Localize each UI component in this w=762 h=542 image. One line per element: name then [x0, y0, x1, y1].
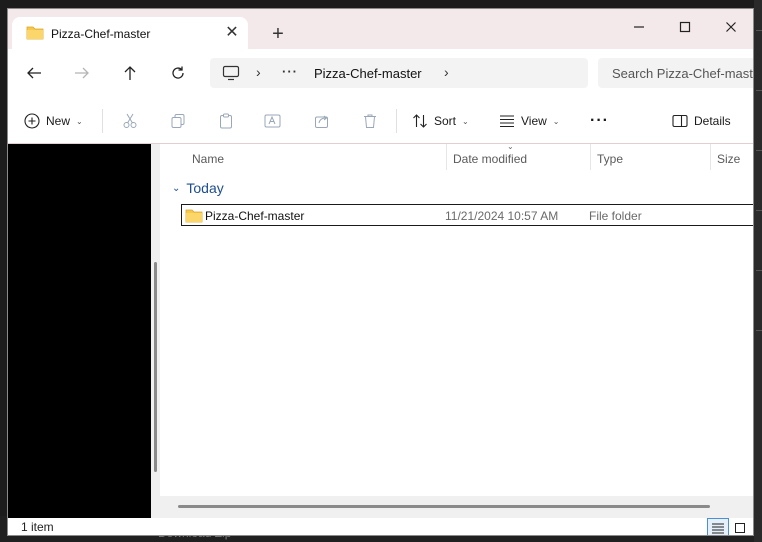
new-label: New	[46, 114, 71, 128]
status-bar: 1 item	[8, 518, 753, 535]
minimize-button[interactable]	[616, 13, 662, 41]
navigation-pane-scrollbar[interactable]	[151, 144, 160, 518]
breadcrumb-separator[interactable]: ›	[256, 64, 261, 80]
details-label: Details	[694, 114, 731, 128]
computer-icon	[222, 65, 240, 84]
close-window-button[interactable]	[708, 13, 753, 41]
item-date-modified: 11/21/2024 10:57 AM	[445, 209, 559, 223]
title-bar: Pizza-Chef-master ✕ +	[8, 9, 753, 49]
trash-icon	[364, 114, 376, 128]
column-header-label: Date modified	[453, 152, 528, 166]
view-button[interactable]: View ⌄	[499, 109, 560, 133]
group-header-today[interactable]: ⌄ Today	[172, 180, 224, 196]
list-item[interactable]: Pizza-Chef-master 11/21/2024 10:57 AM Fi…	[181, 204, 753, 226]
breadcrumb-overflow-button[interactable]: ···	[282, 64, 298, 79]
arrow-right-icon	[75, 67, 89, 79]
refresh-icon	[172, 66, 184, 79]
tab-pizza-chef-master[interactable]: Pizza-Chef-master ✕	[12, 17, 248, 49]
sort-label: Sort	[434, 114, 457, 128]
sort-indicator-icon: ⌄	[507, 142, 514, 151]
tab-close-button[interactable]: ✕	[222, 23, 242, 43]
new-tab-button[interactable]: +	[266, 22, 290, 46]
clipboard-icon	[220, 113, 232, 129]
column-header-name[interactable]: Name	[186, 144, 446, 170]
details-pane-icon	[672, 114, 688, 128]
group-title: Today	[186, 180, 224, 196]
new-button[interactable]: New ⌄	[24, 109, 83, 133]
share-button[interactable]	[310, 109, 334, 133]
search-input[interactable]: Search Pizza-Chef-master	[598, 58, 754, 88]
maximize-icon	[679, 21, 691, 33]
chevron-down-icon: ⌄	[462, 116, 469, 126]
details-button[interactable]: Details	[672, 109, 731, 133]
search-placeholder: Search Pizza-Chef-master	[612, 66, 754, 81]
divider	[396, 109, 397, 133]
chevron-down-icon: ⌄	[76, 116, 83, 126]
breadcrumb-item[interactable]: Pizza-Chef-master	[314, 66, 422, 81]
copy-button[interactable]	[166, 109, 190, 133]
column-header-type[interactable]: Type	[591, 144, 710, 170]
arrow-left-icon	[27, 67, 41, 79]
sort-icon	[413, 114, 427, 128]
scissors-icon	[123, 113, 137, 128]
up-button[interactable]	[116, 61, 144, 85]
navigation-pane[interactable]	[8, 144, 151, 518]
plus-circle-icon	[24, 113, 40, 129]
column-header-label: Size	[717, 152, 741, 166]
maximize-button[interactable]	[662, 13, 708, 41]
back-button[interactable]	[20, 61, 48, 85]
background-right-edge	[754, 0, 762, 542]
item-count: 1 item	[21, 520, 54, 534]
item-name: Pizza-Chef-master	[205, 209, 305, 223]
command-bar: New ⌄ Sort ⌄ View ⌄ ··· Details	[8, 97, 753, 144]
horizontal-scrollbar[interactable]	[160, 496, 753, 518]
column-header-size[interactable]: Size	[711, 144, 753, 170]
chevron-down-icon: ⌄	[172, 182, 181, 194]
column-header-label: Name	[192, 152, 225, 166]
sort-button[interactable]: Sort ⌄	[412, 109, 469, 133]
address-bar[interactable]: › ··· Pizza-Chef-master ›	[210, 58, 588, 88]
minimize-icon	[634, 26, 644, 28]
rename-icon	[264, 114, 281, 128]
column-header-date-modified[interactable]: Date modified	[447, 144, 590, 170]
tab-title: Pizza-Chef-master	[51, 27, 151, 41]
details-view-button[interactable]	[707, 518, 729, 535]
paste-button[interactable]	[214, 109, 238, 133]
file-explorer-window: Pizza-Chef-master ✕ + › ··· Pizza-Chef-m…	[7, 8, 754, 536]
folder-icon	[185, 208, 203, 226]
cut-button[interactable]	[118, 109, 142, 133]
item-type: File folder	[589, 209, 642, 223]
list-view-icon	[500, 115, 514, 128]
arrow-up-icon	[124, 66, 136, 80]
navigation-bar: › ··· Pizza-Chef-master › Search Pizza-C…	[8, 49, 753, 97]
rename-button[interactable]	[261, 109, 285, 133]
tiles-view-button[interactable]	[729, 518, 751, 535]
scrollbar-thumb[interactable]	[154, 262, 157, 472]
file-list: Name Date modified ⌄ Type Size ⌄ Today P…	[160, 142, 753, 518]
refresh-button[interactable]	[164, 61, 192, 85]
folder-icon	[26, 25, 44, 43]
copy-icon	[171, 114, 185, 128]
divider	[102, 109, 103, 133]
scrollbar-thumb[interactable]	[178, 505, 710, 508]
chevron-down-icon: ⌄	[552, 116, 560, 126]
breadcrumb-separator[interactable]: ›	[444, 64, 449, 80]
tiles-view-icon	[735, 522, 745, 533]
details-view-icon	[712, 523, 724, 533]
delete-button[interactable]	[358, 109, 382, 133]
close-icon	[726, 22, 736, 32]
more-options-button[interactable]: ···	[590, 109, 609, 133]
forward-button[interactable]	[68, 61, 96, 85]
view-label: View	[521, 114, 547, 128]
share-icon	[315, 115, 328, 128]
column-header-label: Type	[597, 152, 624, 166]
